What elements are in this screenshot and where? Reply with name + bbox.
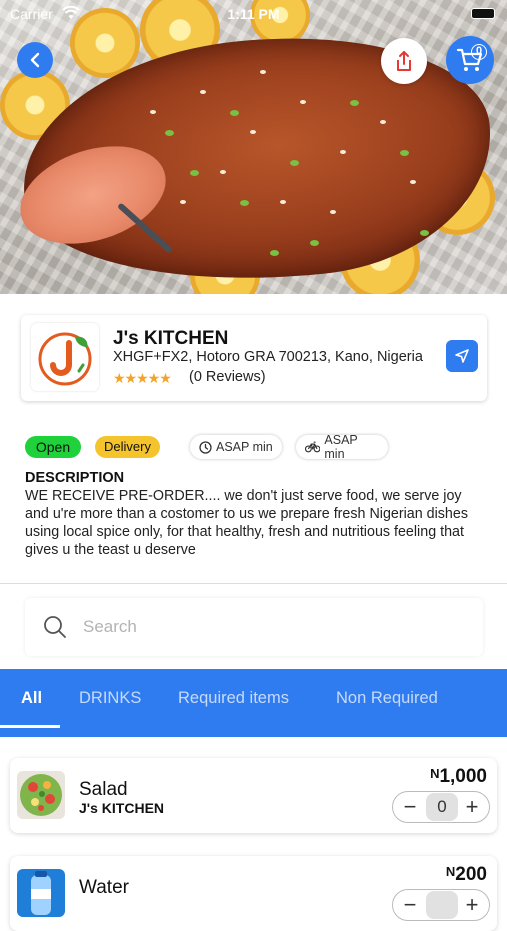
- rating-stars: ★★★★★: [113, 370, 172, 386]
- search-bar[interactable]: [25, 598, 483, 656]
- delivery-time-chip: ASAP min: [296, 433, 388, 461]
- store-address: XHGF+FX2, Hotoro GRA 700213, Kano, Niger…: [113, 349, 423, 365]
- quantity-value[interactable]: [426, 891, 458, 919]
- share-button[interactable]: [381, 38, 427, 84]
- water-thumbnail: [17, 869, 65, 917]
- tab-non-required[interactable]: Non Required: [336, 689, 438, 708]
- prep-time-chip: ASAP min: [190, 435, 282, 459]
- reviews-count[interactable]: (0 Reviews): [189, 369, 266, 385]
- store-info-card: J's KITCHEN XHGF+FX2, Hotoro GRA 700213,…: [21, 315, 487, 401]
- menu-item-card[interactable]: Water N200 − +: [10, 856, 497, 931]
- status-bar: Carrier 1:11 PM: [0, 0, 507, 26]
- status-time: 1:11 PM: [227, 6, 280, 22]
- item-vendor: J's KITCHEN: [79, 800, 165, 816]
- quantity-stepper: − 0 +: [392, 791, 490, 823]
- tab-required-items[interactable]: Required items: [178, 689, 289, 708]
- prep-time-label: ASAP min: [216, 440, 273, 454]
- search-input[interactable]: [83, 612, 463, 642]
- item-price: N1,000: [430, 766, 487, 788]
- currency-symbol: N: [430, 766, 440, 781]
- delivery-time-label: ASAP min: [324, 433, 358, 461]
- price-value: 200: [455, 864, 487, 885]
- description-title: DESCRIPTION: [25, 470, 125, 486]
- salad-thumbnail: [17, 771, 65, 819]
- decrement-button[interactable]: −: [397, 892, 423, 918]
- item-name: Water: [79, 877, 129, 898]
- back-button[interactable]: [17, 42, 53, 78]
- item-price: N200: [446, 864, 487, 886]
- divider: [0, 583, 507, 584]
- item-name: Salad: [79, 779, 128, 800]
- category-tabs: All DRINKS Required items Non Required: [0, 669, 507, 737]
- description-text: WE RECEIVE PRE-ORDER.... we don't just s…: [25, 488, 468, 558]
- open-status-badge: Open: [25, 436, 81, 458]
- directions-button[interactable]: [446, 340, 478, 372]
- search-icon: [44, 616, 66, 638]
- decrement-button[interactable]: −: [397, 794, 423, 820]
- chevron-left-icon: [30, 52, 40, 68]
- navigation-arrow-icon: [455, 349, 469, 363]
- clock-icon: [199, 440, 212, 454]
- currency-symbol: N: [445, 864, 456, 879]
- battery-icon: [471, 8, 495, 19]
- price-value: 1,000: [439, 766, 487, 787]
- bicycle-icon: [305, 441, 321, 453]
- tab-drinks[interactable]: DRINKS: [79, 689, 141, 708]
- tab-all[interactable]: All: [21, 689, 42, 708]
- delivery-badge: Delivery: [95, 436, 160, 458]
- cart-button[interactable]: 0: [446, 36, 494, 84]
- increment-button[interactable]: +: [459, 892, 485, 918]
- active-tab-indicator: [0, 725, 60, 728]
- share-icon: [397, 51, 411, 71]
- store-logo: [31, 323, 99, 391]
- cart-count-badge: 0: [471, 44, 487, 60]
- menu-item-card[interactable]: Salad J's KITCHEN N1,000 − 0 +: [10, 758, 497, 833]
- hero-food-image: [0, 0, 507, 294]
- quantity-value[interactable]: 0: [426, 793, 458, 821]
- increment-button[interactable]: +: [459, 794, 485, 820]
- quantity-stepper: − +: [392, 889, 490, 921]
- store-name: J's KITCHEN: [113, 328, 229, 349]
